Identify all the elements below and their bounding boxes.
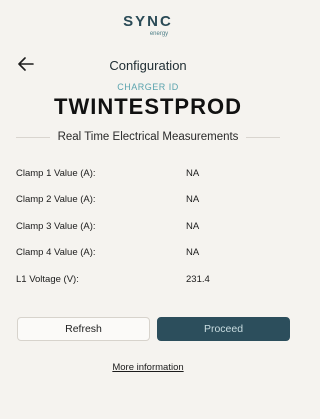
charger-id-value: TWINTESTPROD	[54, 94, 242, 119]
measurement-value: NA	[186, 167, 200, 179]
divider-right	[246, 136, 280, 138]
measurement-label: Clamp 1 Value (A):	[16, 167, 96, 179]
measurement-label: Clamp 4 Value (A):	[16, 247, 96, 259]
measurement-label: L1 Voltage (V):	[16, 273, 79, 285]
charger-id-label: CHARGER ID	[117, 82, 179, 92]
page-title: Configuration	[109, 58, 187, 73]
proceed-button[interactable]: Proceed	[157, 317, 290, 341]
measurement-value: NA	[186, 247, 200, 259]
section-title: Real Time Electrical Measurements	[57, 131, 239, 143]
logo-subtext: energy	[149, 31, 169, 37]
refresh-button[interactable]: Refresh	[17, 317, 150, 341]
measurement-row-clamp-4: Clamp 4 Value (A): NA	[16, 240, 280, 267]
measurement-row-l1-voltage: L1 Voltage (V): 231.4	[16, 266, 280, 293]
more-information-link[interactable]: More information	[0, 362, 296, 373]
divider-left	[16, 136, 50, 138]
measurement-value: NA	[186, 194, 200, 206]
measurement-row-clamp-3: Clamp 3 Value (A): NA	[16, 213, 280, 240]
section-header: Real Time Electrical Measurements	[16, 128, 280, 146]
measurement-label: Clamp 2 Value (A):	[16, 194, 96, 206]
logo-wordmark: SYNC	[123, 13, 173, 30]
measurement-label: Clamp 3 Value (A):	[16, 220, 96, 232]
measurement-row-clamp-1: Clamp 1 Value (A): NA	[16, 160, 280, 187]
measurement-value: NA	[186, 220, 200, 232]
measurements-list: Clamp 1 Value (A): NA Clamp 2 Value (A):…	[16, 160, 280, 293]
brand-logo: SYNC energy	[0, 14, 296, 38]
measurement-row-clamp-2: Clamp 2 Value (A): NA	[16, 187, 280, 214]
measurement-value: 231.4	[186, 273, 210, 285]
